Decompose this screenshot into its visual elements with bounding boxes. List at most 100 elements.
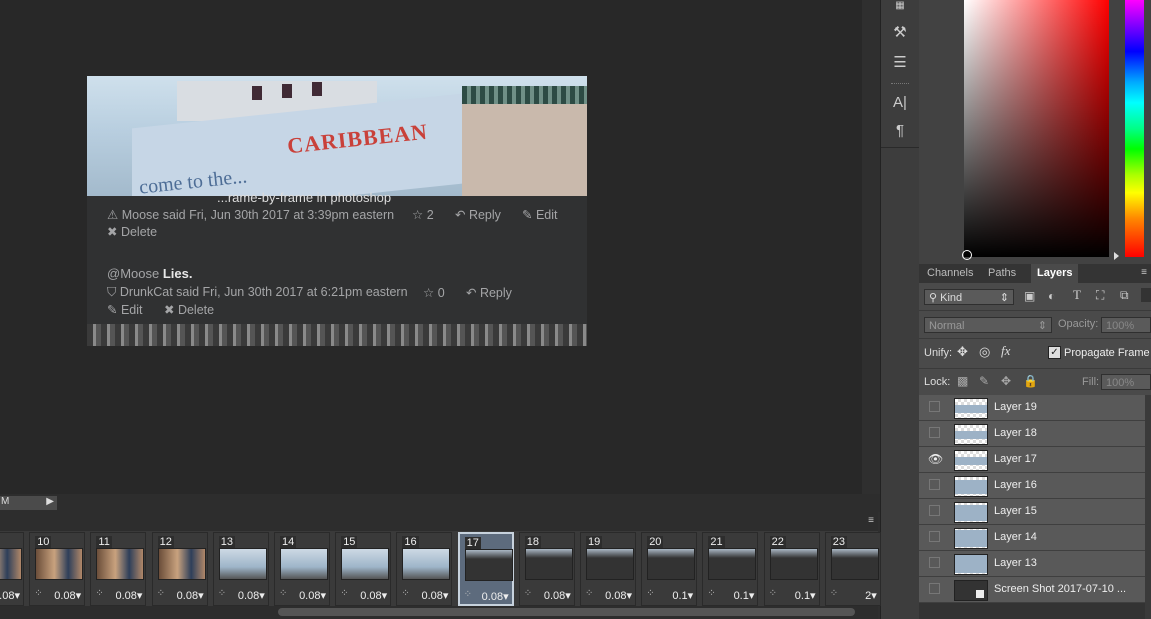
- timeline-frame[interactable]: 17 ⁘ 0.08▾: [457, 532, 514, 606]
- frame-delay[interactable]: 0.08▾: [0, 589, 20, 602]
- timeline-frame[interactable]: 16 ⁘ 0.08▾: [396, 532, 453, 606]
- layer-name[interactable]: Layer 17: [994, 453, 1037, 465]
- visibility-toggle[interactable]: [929, 401, 940, 412]
- frame-delay[interactable]: 0.1▾: [672, 589, 693, 602]
- timeline-frame[interactable]: 15 ⁘ 0.08▾: [335, 532, 392, 606]
- disposal-icon[interactable]: ⁘: [830, 588, 838, 599]
- timeline-scrollbar[interactable]: [278, 608, 855, 616]
- layer-name[interactable]: Layer 13: [994, 557, 1037, 569]
- timeline-frame[interactable]: 23 ⁘ 2▾: [824, 532, 881, 606]
- hue-slider[interactable]: [1125, 0, 1144, 257]
- comment-2-delete-button[interactable]: ✖ Delete: [164, 302, 214, 317]
- frame-delay[interactable]: 0.08▾: [421, 589, 448, 602]
- layer-row[interactable]: 👁 Layer 17: [919, 447, 1145, 473]
- disposal-icon[interactable]: ⁘: [34, 588, 42, 599]
- unify-position-icon[interactable]: ✥: [957, 344, 968, 360]
- layer-name[interactable]: Layer 15: [994, 505, 1037, 517]
- hue-slider-handle[interactable]: [1114, 252, 1119, 260]
- frame-delay[interactable]: 0.08▾: [177, 589, 204, 602]
- lock-position-icon[interactable]: ✥: [1001, 374, 1011, 388]
- disposal-icon[interactable]: ⁘: [95, 588, 103, 599]
- disposal-icon[interactable]: ⁘: [157, 588, 165, 599]
- tab-layers[interactable]: Layers: [1031, 264, 1079, 283]
- frame-delay[interactable]: 0.08▾: [238, 589, 265, 602]
- filter-kind-select[interactable]: ⚲ Kind ⇕: [924, 289, 1014, 305]
- lock-transparency-icon[interactable]: ▩: [957, 374, 968, 388]
- layer-row[interactable]: Layer 15: [919, 499, 1145, 525]
- tab-paths[interactable]: Paths: [982, 264, 1022, 283]
- timeline-frame[interactable]: ⁘0.08▾: [0, 532, 24, 606]
- layer-row[interactable]: Layer 18: [919, 421, 1145, 447]
- filter-adjustment-icon[interactable]: ◐: [1048, 289, 1055, 303]
- lock-all-icon[interactable]: 🔒: [1023, 374, 1038, 388]
- comment-1-edit-button[interactable]: ✎ Edit: [522, 207, 558, 222]
- timeline-frame[interactable]: 11 ⁘ 0.08▾: [90, 532, 147, 606]
- frame-delay[interactable]: 0.1▾: [795, 589, 816, 602]
- lock-pixels-icon[interactable]: ✎: [979, 374, 989, 388]
- paragraph-icon[interactable]: ¶: [889, 120, 911, 142]
- comment-2-star-button[interactable]: ☆ 0: [423, 285, 445, 300]
- fill-input[interactable]: 100%: [1101, 374, 1151, 390]
- layer-name[interactable]: Layer 14: [994, 531, 1037, 543]
- comment-1-reply-button[interactable]: ↶ Reply: [455, 207, 501, 222]
- frame-delay[interactable]: 0.08▾: [482, 590, 509, 603]
- layer-row[interactable]: Layer 16: [919, 473, 1145, 499]
- comment-2-edit-button[interactable]: ✎ Edit: [107, 302, 143, 317]
- unify-visibility-icon[interactable]: ◎: [979, 344, 990, 360]
- filter-smart-object-icon[interactable]: ⧉: [1120, 288, 1129, 303]
- color-picker-cursor[interactable]: [962, 250, 972, 260]
- visibility-toggle[interactable]: [929, 505, 940, 516]
- unify-style-icon[interactable]: fx: [1001, 343, 1010, 359]
- filter-toggle[interactable]: [1141, 288, 1151, 302]
- visibility-toggle[interactable]: [929, 427, 940, 438]
- timeline-frame[interactable]: 20 ⁘ 0.1▾: [641, 532, 698, 606]
- color-field[interactable]: [964, 0, 1109, 257]
- frame-delay[interactable]: 0.08▾: [605, 589, 632, 602]
- adjustments-icon[interactable]: ☰: [889, 52, 911, 74]
- opacity-input[interactable]: 100%: [1101, 317, 1151, 333]
- timeline-frame[interactable]: 18 ⁘ 0.08▾: [518, 532, 575, 606]
- layer-row[interactable]: Layer 13: [919, 551, 1145, 577]
- comment-1-star-button[interactable]: ☆ 2: [412, 207, 434, 222]
- disposal-icon[interactable]: ⁘: [707, 588, 715, 599]
- timeline-frame[interactable]: 13 ⁘ 0.08▾: [212, 532, 269, 606]
- filter-type-icon[interactable]: T: [1073, 287, 1081, 303]
- tool-top-icon[interactable]: ▦: [889, 0, 911, 12]
- timeline-frame[interactable]: 14 ⁘ 0.08▾: [274, 532, 330, 606]
- frame-delay[interactable]: 0.08▾: [115, 589, 142, 602]
- eye-icon[interactable]: 👁: [928, 452, 943, 466]
- comment-1-delete-button[interactable]: ✖ Delete: [107, 224, 157, 239]
- disposal-icon[interactable]: ⁘: [464, 589, 472, 600]
- layer-list-scrollbar[interactable]: [1145, 395, 1151, 619]
- frame-delay[interactable]: 0.08▾: [544, 589, 571, 602]
- comment-2-mention[interactable]: @Moose: [107, 266, 159, 281]
- disposal-icon[interactable]: ⁘: [524, 588, 532, 599]
- layer-name[interactable]: Layer 19: [994, 401, 1037, 413]
- timeline-frame[interactable]: 22 ⁘ 0.1▾: [763, 532, 820, 606]
- timeline-frame[interactable]: 19 ⁘ 0.08▾: [580, 532, 636, 606]
- visibility-toggle[interactable]: [929, 583, 940, 594]
- disposal-icon[interactable]: ⁘: [340, 588, 348, 599]
- layer-row[interactable]: Layer 19: [919, 395, 1145, 421]
- layer-name[interactable]: Layer 18: [994, 427, 1037, 439]
- frame-delay[interactable]: 0.08▾: [360, 589, 387, 602]
- layer-row[interactable]: Screen Shot 2017-07-10 ...: [919, 577, 1145, 603]
- panel-menu-icon[interactable]: ≡: [1141, 267, 1147, 278]
- disposal-icon[interactable]: ⁘: [401, 588, 409, 599]
- disposal-icon[interactable]: ⁘: [585, 588, 593, 599]
- propagate-frame-checkbox[interactable]: ✓: [1048, 346, 1061, 359]
- frame-delay[interactable]: 0.08▾: [54, 589, 81, 602]
- disposal-icon[interactable]: ⁘: [769, 588, 777, 599]
- disposal-icon[interactable]: ⁘: [279, 588, 287, 599]
- frame-delay[interactable]: 0.1▾: [734, 589, 755, 602]
- document-canvas[interactable]: CARIBBEAN come to the... ...rame-by-fram…: [87, 76, 587, 346]
- visibility-toggle[interactable]: [929, 557, 940, 568]
- comment-2-reply-button[interactable]: ↶ Reply: [466, 285, 512, 300]
- disposal-icon[interactable]: ⁘: [646, 588, 654, 599]
- visibility-toggle[interactable]: [929, 479, 940, 490]
- disposal-icon[interactable]: ⁘: [218, 588, 226, 599]
- frame-delay[interactable]: 2▾: [865, 589, 877, 602]
- brush-preset-icon[interactable]: ⚒: [889, 22, 911, 44]
- layer-name[interactable]: Screen Shot 2017-07-10 ...: [994, 583, 1126, 595]
- timeline-frame[interactable]: 12 ⁘ 0.08▾: [151, 532, 208, 606]
